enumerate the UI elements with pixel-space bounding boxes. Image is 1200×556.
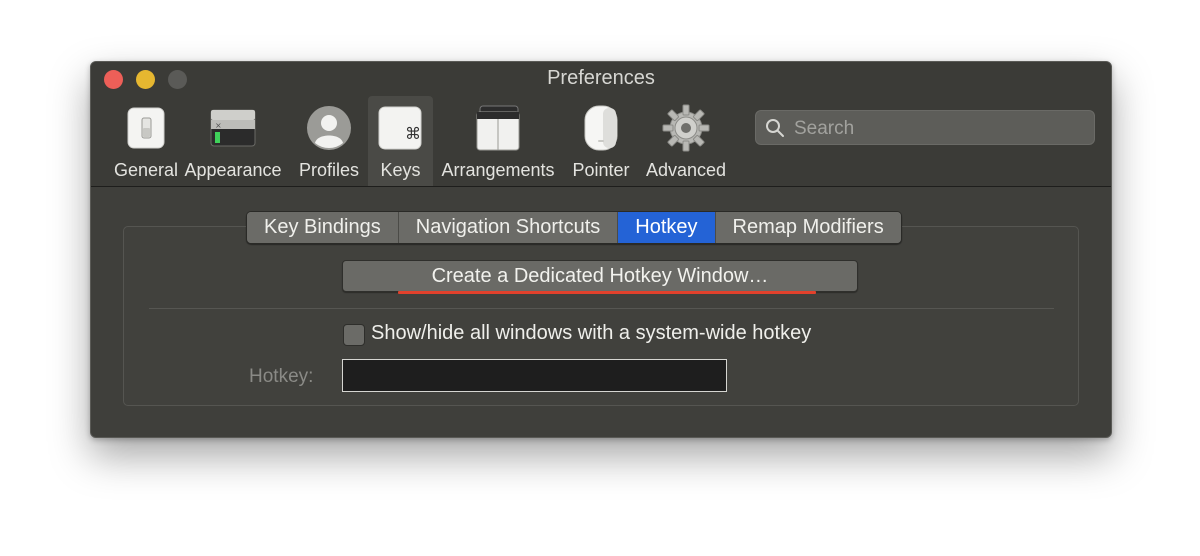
tab-key-bindings[interactable]: Key Bindings xyxy=(247,212,399,243)
tab-remap-modifiers[interactable]: Remap Modifiers xyxy=(715,212,901,243)
svg-text:×: × xyxy=(215,121,222,130)
toolbar-item-keys[interactable]: ⌘ Keys xyxy=(368,96,433,186)
arrangements-icon xyxy=(476,105,520,151)
toolbar-label-keys: Keys xyxy=(380,160,421,180)
hotkey-input[interactable] xyxy=(342,359,727,392)
preferences-window: Preferences General × Appearance Profile… xyxy=(90,61,1112,438)
keys-tab-bar: Key Bindings Navigation Shortcuts Hotkey… xyxy=(246,211,902,244)
hotkey-label: Hotkey: xyxy=(249,366,314,387)
search-icon xyxy=(766,119,784,137)
search-input[interactable] xyxy=(792,111,1086,146)
toolbar-item-profiles[interactable]: Profiles xyxy=(295,96,363,186)
annotation-underline xyxy=(398,291,816,294)
toolbar-item-appearance[interactable]: × Appearance xyxy=(181,96,285,186)
command-glyph: ⌘ xyxy=(405,124,421,143)
titlebar: Preferences General × Appearance Profile… xyxy=(91,62,1111,187)
toolbar-item-general[interactable]: General xyxy=(101,96,191,186)
toolbar-label-appearance: Appearance xyxy=(184,160,282,180)
tab-navigation-shortcuts[interactable]: Navigation Shortcuts xyxy=(398,212,619,243)
toolbar-label-arrangements: Arrangements xyxy=(441,160,555,180)
gear-icon xyxy=(662,104,710,152)
appearance-icon: × xyxy=(210,109,256,147)
tab-hotkey[interactable]: Hotkey xyxy=(618,212,716,243)
divider xyxy=(149,308,1054,309)
create-hotkey-window-button[interactable]: Create a Dedicated Hotkey Window… xyxy=(342,260,858,292)
show-hide-hotkey-label: Show/hide all windows with a system-wide… xyxy=(371,322,812,344)
toolbar-label-profiles: Profiles xyxy=(298,160,360,180)
toolbar-label-general: General xyxy=(113,160,179,180)
toolbar-item-arrangements[interactable]: Arrangements xyxy=(437,96,559,186)
toolbar-item-advanced[interactable]: Advanced xyxy=(640,96,732,186)
window-title: Preferences xyxy=(547,67,655,89)
show-hide-hotkey-checkbox[interactable] xyxy=(343,324,365,346)
search-field[interactable] xyxy=(755,110,1095,146)
pointer-icon xyxy=(584,105,618,151)
general-icon xyxy=(127,107,165,149)
profiles-icon xyxy=(307,106,351,150)
toolbar-label-pointer: Pointer xyxy=(572,160,630,180)
toolbar-item-pointer[interactable]: Pointer xyxy=(566,96,636,186)
toolbar-label-advanced: Advanced xyxy=(645,160,727,180)
